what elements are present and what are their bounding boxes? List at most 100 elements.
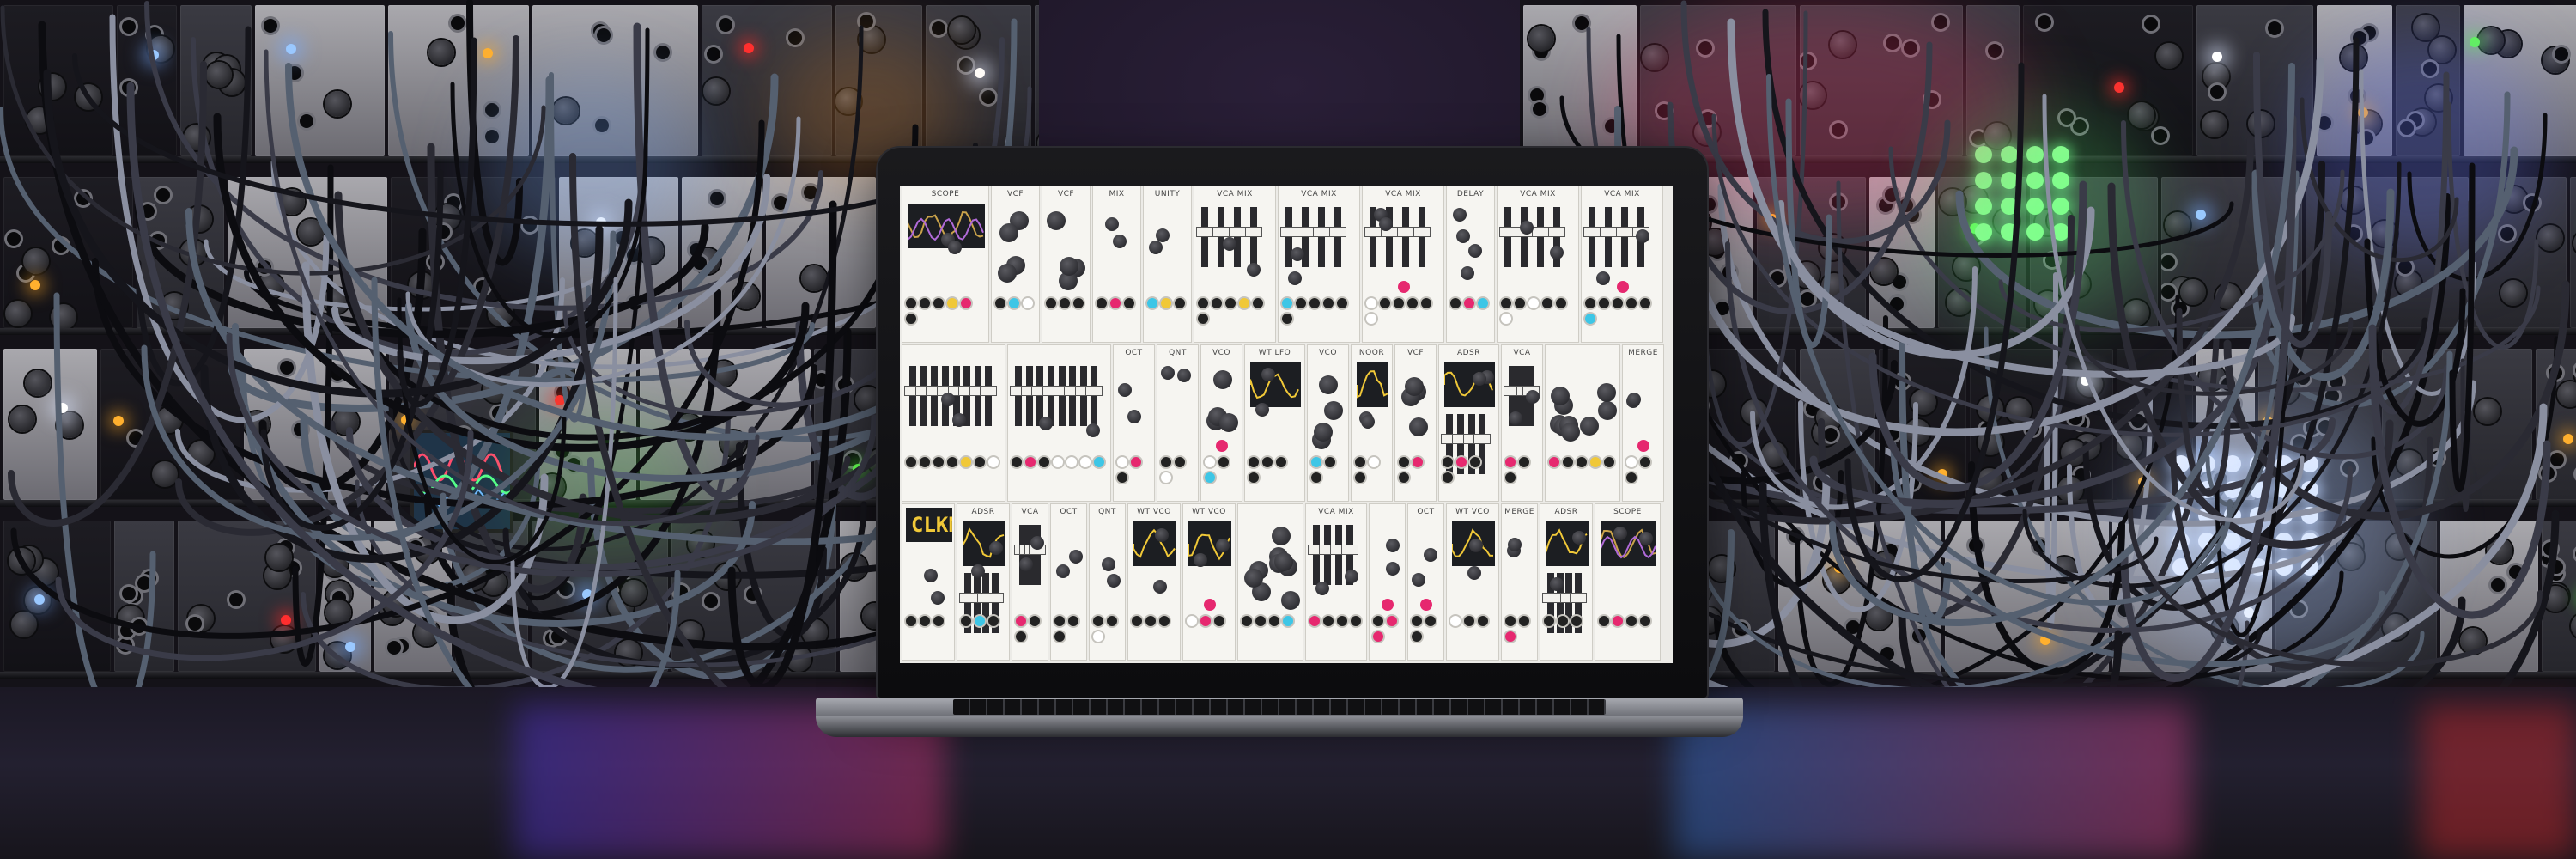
patch-jack[interactable]	[1571, 616, 1582, 626]
software-module-delay[interactable]: DELAY	[1446, 186, 1495, 343]
patch-jack[interactable]	[1604, 457, 1614, 467]
patch-jack[interactable]	[1054, 616, 1065, 626]
software-module-mix[interactable]: MIX	[1092, 186, 1141, 343]
fader-slider[interactable]	[1246, 207, 1261, 267]
patch-jack[interactable]	[1282, 314, 1292, 324]
software-module-wtvco[interactable]: WT VCO	[1446, 503, 1499, 661]
patch-jack[interactable]	[1093, 631, 1103, 642]
patch-jack[interactable]	[975, 616, 985, 626]
software-module-vcf[interactable]: VCF	[991, 186, 1040, 343]
patch-jack[interactable]	[1640, 616, 1650, 626]
software-module-buttons[interactable]	[1369, 503, 1406, 661]
patch-jack[interactable]	[1478, 298, 1488, 308]
software-module-qnt[interactable]: QNT	[1089, 503, 1126, 661]
fader-slider[interactable]	[1398, 207, 1413, 267]
patch-jack[interactable]	[1464, 298, 1474, 308]
push-button[interactable]	[1216, 440, 1228, 452]
knob[interactable]	[952, 413, 966, 427]
knob[interactable]	[998, 264, 1017, 283]
software-module-vcamix[interactable]: VCA MIX	[1581, 186, 1663, 343]
patch-jack[interactable]	[1505, 472, 1516, 483]
knob[interactable]	[1461, 266, 1474, 280]
patch-jack[interactable]	[1016, 616, 1026, 626]
patch-jack[interactable]	[1282, 298, 1292, 308]
fader-slider[interactable]	[1075, 366, 1091, 426]
patch-jack[interactable]	[1640, 457, 1650, 467]
patch-jack[interactable]	[1159, 616, 1170, 626]
software-module-merge[interactable]: MERGE	[1622, 344, 1664, 502]
knob[interactable]	[1412, 573, 1425, 587]
knob[interactable]	[1572, 531, 1586, 545]
patch-jack[interactable]	[1205, 472, 1215, 483]
software-module-vco[interactable]: VCO	[1200, 344, 1242, 502]
knob[interactable]	[1156, 228, 1170, 242]
knob[interactable]	[948, 241, 962, 254]
knob[interactable]	[1639, 532, 1653, 545]
patch-jack[interactable]	[1296, 298, 1306, 308]
knob[interactable]	[1379, 217, 1393, 231]
patch-jack[interactable]	[1093, 616, 1103, 626]
knob[interactable]	[1261, 368, 1275, 381]
patch-jack[interactable]	[1626, 457, 1637, 467]
software-module-wtvco[interactable]: WT VCO	[1127, 503, 1181, 661]
patch-jack[interactable]	[1311, 457, 1321, 467]
software-module-oct[interactable]: OCT	[1113, 344, 1155, 502]
patch-jack[interactable]	[906, 616, 916, 626]
fader-slider[interactable]	[1331, 525, 1346, 585]
knob[interactable]	[1561, 423, 1580, 442]
software-module-wtlfo[interactable]: WT LFO	[1244, 344, 1305, 502]
knob[interactable]	[1272, 527, 1291, 545]
knob[interactable]	[1324, 401, 1343, 420]
patch-jack[interactable]	[1380, 298, 1390, 308]
fader-slider[interactable]	[1601, 207, 1616, 267]
patch-jack[interactable]	[1124, 298, 1134, 308]
software-module-adsr[interactable]: ADSR	[957, 503, 1010, 661]
fader-slider[interactable]	[1584, 207, 1600, 267]
patch-jack[interactable]	[1399, 472, 1409, 483]
knob[interactable]	[1274, 552, 1293, 571]
fader-slider[interactable]	[1086, 366, 1103, 426]
software-module-vcamix[interactable]: VCA MIX	[1194, 186, 1276, 343]
patch-jack[interactable]	[975, 457, 985, 467]
software-module-vca[interactable]: VCA	[1501, 344, 1543, 502]
fader-slider[interactable]	[981, 366, 997, 426]
patch-jack[interactable]	[1110, 298, 1121, 308]
knob[interactable]	[1456, 229, 1470, 243]
patch-jack[interactable]	[1421, 298, 1431, 308]
patch-jack[interactable]	[1068, 616, 1078, 626]
patch-jack[interactable]	[1325, 457, 1335, 467]
knob[interactable]	[1509, 411, 1522, 425]
knob[interactable]	[1467, 566, 1481, 580]
patch-jack[interactable]	[1366, 314, 1376, 324]
patch-jack[interactable]	[1198, 298, 1208, 308]
knob[interactable]	[1468, 244, 1482, 258]
fader-slider[interactable]	[1230, 207, 1245, 267]
patch-jack[interactable]	[1039, 457, 1049, 467]
patch-jack[interactable]	[1309, 616, 1320, 626]
patch-jack[interactable]	[961, 457, 971, 467]
patch-jack[interactable]	[1262, 457, 1273, 467]
knob[interactable]	[1409, 417, 1428, 436]
patch-jack[interactable]	[1519, 457, 1529, 467]
fader-slider[interactable]	[1414, 207, 1430, 267]
knob[interactable]	[1105, 217, 1119, 231]
patch-jack[interactable]	[1283, 616, 1293, 626]
knob[interactable]	[1086, 423, 1100, 437]
patch-jack[interactable]	[1198, 314, 1208, 324]
patch-jack[interactable]	[906, 314, 916, 324]
knob[interactable]	[1216, 539, 1230, 552]
knob[interactable]	[1580, 417, 1599, 436]
knob[interactable]	[989, 541, 1003, 555]
software-module-vcamix[interactable]: VCA MIX	[1278, 186, 1360, 343]
knob[interactable]	[1056, 564, 1070, 578]
patch-jack[interactable]	[906, 457, 916, 467]
patch-jack[interactable]	[1394, 298, 1404, 308]
fader-slider[interactable]	[1314, 207, 1329, 267]
patch-jack[interactable]	[1080, 457, 1091, 467]
knob[interactable]	[1424, 548, 1437, 562]
fader-slider[interactable]	[1065, 366, 1081, 426]
knob[interactable]	[1153, 580, 1167, 594]
patch-jack[interactable]	[1369, 457, 1379, 467]
software-module-vcamix[interactable]: VCA MIX	[1362, 186, 1444, 343]
fader-slider[interactable]	[1500, 207, 1516, 267]
